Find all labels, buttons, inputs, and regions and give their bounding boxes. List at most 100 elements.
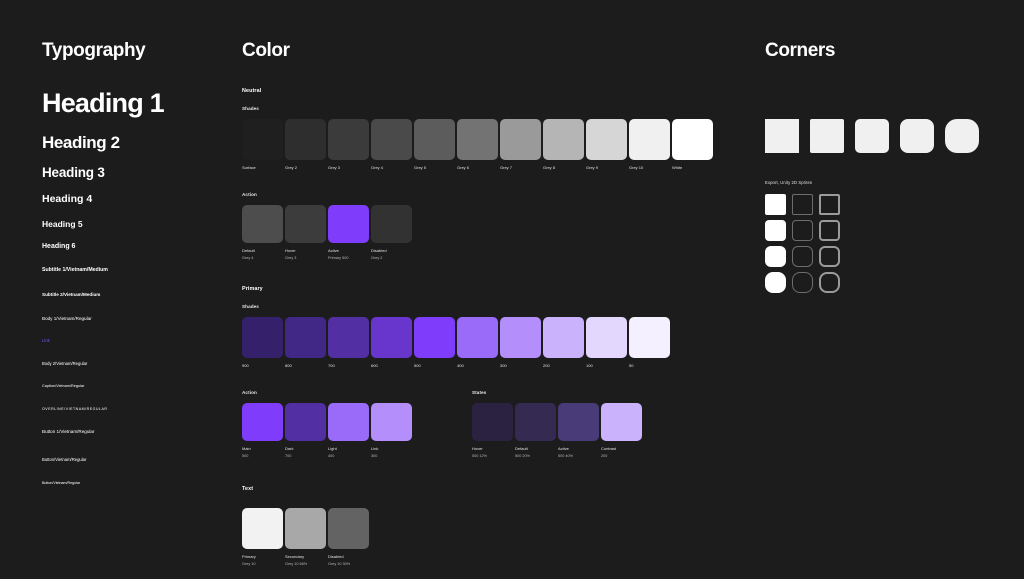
corner-radius-sample[interactable]: [765, 119, 799, 153]
color-swatch-cell[interactable]: Primary Grey 10: [242, 508, 283, 566]
color-swatch-cell[interactable]: 200: [543, 317, 584, 368]
color-chip[interactable]: [558, 403, 599, 441]
color-chip[interactable]: [371, 317, 412, 358]
color-chip[interactable]: [285, 317, 326, 358]
color-swatch-cell[interactable]: Secondary Grey 10 66%: [285, 508, 326, 566]
color-chip[interactable]: [629, 119, 670, 160]
color-chip[interactable]: [629, 317, 670, 358]
color-chip[interactable]: [457, 119, 498, 160]
color-swatch-cell[interactable]: Grey 9: [586, 119, 627, 170]
sprite-sample[interactable]: [765, 220, 786, 241]
color-swatch-cell[interactable]: Hover Grey 3: [285, 205, 326, 260]
color-chip[interactable]: [543, 119, 584, 160]
color-chip[interactable]: [515, 403, 556, 441]
color-swatch-cell[interactable]: Active 500 40%: [558, 403, 599, 458]
color-chip[interactable]: [328, 508, 369, 549]
color-chip[interactable]: [328, 205, 369, 243]
sprite-sample[interactable]: [765, 194, 786, 215]
color-chip[interactable]: [328, 403, 369, 441]
color-swatch-cell[interactable]: Grey 2: [285, 119, 326, 170]
color-chip[interactable]: [371, 205, 412, 243]
color-swatch-cell[interactable]: Hover 500 12%: [472, 403, 513, 458]
color-swatch-cell[interactable]: 700: [328, 317, 369, 368]
color-swatch-cell[interactable]: 600: [371, 317, 412, 368]
color-chip[interactable]: [586, 317, 627, 358]
color-swatch-cell[interactable]: Contrast 200: [601, 403, 642, 458]
color-chip[interactable]: [285, 205, 326, 243]
color-swatch-cell[interactable]: Main 500: [242, 403, 283, 458]
design-system-canvas: Typography Heading 1 Heading 2 Heading 3 He…: [0, 0, 1024, 579]
color-chip[interactable]: [414, 119, 455, 160]
color-swatch-cell[interactable]: Grey 3: [328, 119, 369, 170]
color-swatch-cell[interactable]: Light 400: [328, 403, 369, 458]
color-swatch-cell[interactable]: Surface: [242, 119, 283, 170]
corner-radius-sample[interactable]: [900, 119, 934, 153]
color-chip[interactable]: [371, 403, 412, 441]
color-chip[interactable]: [586, 119, 627, 160]
color-swatch-name: Grey 9: [586, 165, 599, 170]
color-swatch-cell[interactable]: 800: [285, 317, 326, 368]
color-swatch-cell[interactable]: White: [672, 119, 713, 170]
color-swatch-cell[interactable]: Grey 4: [371, 119, 412, 170]
color-chip[interactable]: [285, 403, 326, 441]
color-swatch-cell[interactable]: 900: [242, 317, 283, 368]
color-chip[interactable]: [328, 317, 369, 358]
color-chip[interactable]: [242, 508, 283, 549]
color-chip[interactable]: [601, 403, 642, 441]
color-chip[interactable]: [242, 317, 283, 358]
color-chip[interactable]: [414, 317, 455, 358]
color-chip[interactable]: [371, 119, 412, 160]
type-specimen: Subtitle 2/Vietnam/Medium: [42, 292, 101, 297]
color-swatch-cell[interactable]: Grey 5: [414, 119, 455, 170]
sprite-export-grid: [765, 194, 979, 293]
sprite-sample[interactable]: [765, 272, 786, 293]
color-chip[interactable]: [285, 508, 326, 549]
sprite-sample[interactable]: [792, 220, 813, 241]
sprite-sample[interactable]: [765, 246, 786, 267]
color-chip[interactable]: [242, 119, 283, 160]
color-chip[interactable]: [285, 119, 326, 160]
corner-radius-sample[interactable]: [945, 119, 979, 153]
color-chip[interactable]: [500, 317, 541, 358]
sub-label-neutral-shades: Shades: [242, 106, 259, 111]
sprite-sample[interactable]: [792, 272, 813, 293]
color-swatch-cell[interactable]: Grey 6: [457, 119, 498, 170]
sprite-sample[interactable]: [819, 220, 840, 241]
sprite-sample[interactable]: [819, 272, 840, 293]
color-swatch-cell[interactable]: Grey 8: [543, 119, 584, 170]
color-swatch-cell[interactable]: Dark 700: [285, 403, 326, 458]
color-chip[interactable]: [457, 317, 498, 358]
color-chip[interactable]: [472, 403, 513, 441]
color-swatch-cell[interactable]: 400: [457, 317, 498, 368]
color-swatch-cell[interactable]: Link 300: [371, 403, 412, 458]
sprite-sample[interactable]: [819, 246, 840, 267]
color-swatch-cell[interactable]: Active Primary 500: [328, 205, 369, 260]
color-swatch-cell[interactable]: Grey 7: [500, 119, 541, 170]
color-chip[interactable]: [543, 317, 584, 358]
color-swatch-cell[interactable]: Grey 10: [629, 119, 670, 170]
color-swatch-name: Grey 6: [457, 165, 470, 170]
color-chip[interactable]: [242, 403, 283, 441]
color-swatch-value: Primary 500: [328, 256, 349, 260]
sprite-sample[interactable]: [819, 194, 840, 215]
color-swatch-cell[interactable]: Default Grey 4: [242, 205, 283, 260]
color-swatch-cell[interactable]: 50: [629, 317, 670, 368]
color-swatch-cell[interactable]: 100: [586, 317, 627, 368]
color-chip[interactable]: [328, 119, 369, 160]
corner-radius-sample[interactable]: [855, 119, 889, 153]
corner-radius-sample[interactable]: [810, 119, 844, 153]
color-swatch-cell[interactable]: Default 500 20%: [515, 403, 556, 458]
color-swatch-name: 400: [457, 363, 464, 368]
color-swatch-cell[interactable]: 500: [414, 317, 455, 368]
sprite-sample[interactable]: [792, 194, 813, 215]
type-specimen: Heading 6: [42, 243, 76, 250]
color-swatch-cell[interactable]: Disabled Grey 2: [371, 205, 412, 260]
color-swatch-cell[interactable]: 300: [500, 317, 541, 368]
color-swatch-cell[interactable]: Disabled Grey 10 30%: [328, 508, 369, 566]
section-title-color: Color: [242, 40, 290, 61]
color-chip[interactable]: [500, 119, 541, 160]
color-chip[interactable]: [672, 119, 713, 160]
sprite-sample[interactable]: [792, 246, 813, 267]
corner-radius-row: [765, 119, 979, 153]
color-chip[interactable]: [242, 205, 283, 243]
